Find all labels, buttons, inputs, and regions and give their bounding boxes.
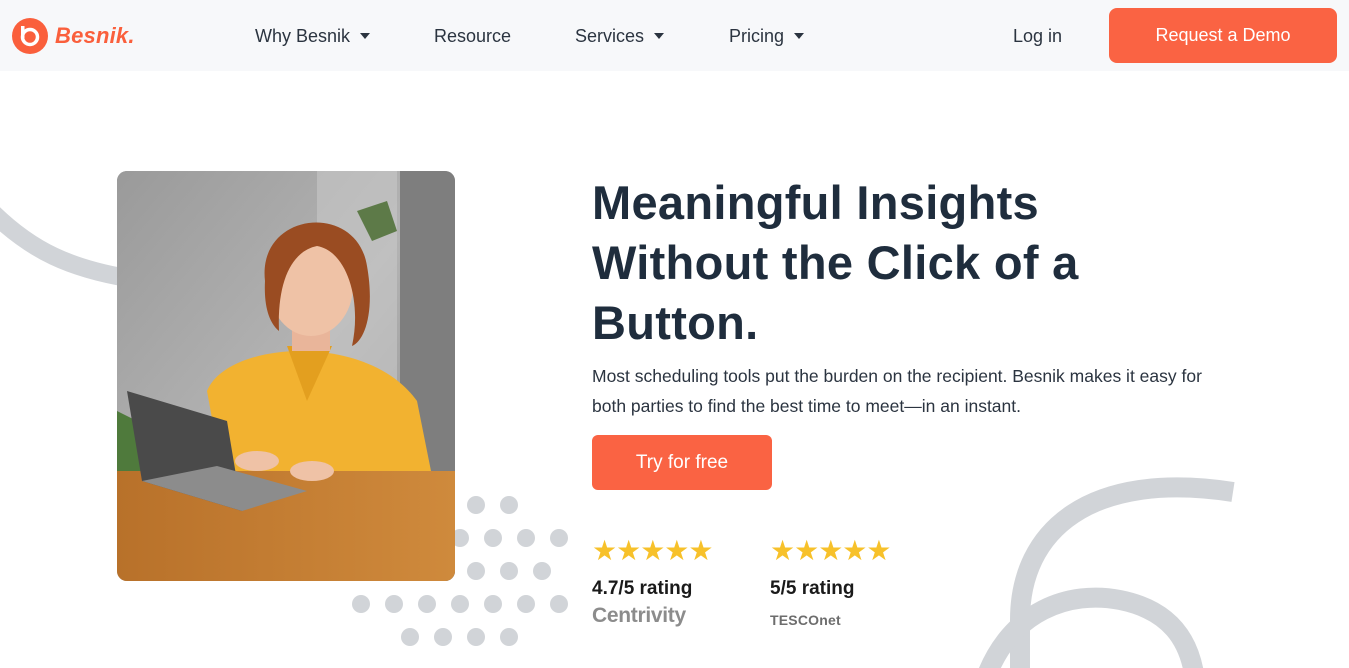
chevron-down-icon — [794, 33, 805, 39]
request-demo-button[interactable]: Request a Demo — [1109, 8, 1337, 63]
hero-subtext: Most scheduling tools put the burden on … — [592, 366, 1202, 416]
rating-score: 5/5 rating — [770, 578, 855, 599]
login-link[interactable]: Log in — [1013, 22, 1062, 50]
chevron-down-icon — [360, 33, 371, 39]
nav-why-besnik[interactable]: Why Besnik — [255, 22, 371, 50]
nav-resource[interactable]: Resource — [434, 22, 511, 50]
try-for-free-button[interactable]: Try for free — [592, 435, 772, 490]
hero-headline: Meaningful Insights Without the Click of… — [592, 176, 1079, 349]
brand-logo[interactable]: Besnik. — [12, 18, 135, 54]
besnik-logo-icon — [12, 18, 48, 54]
centrivity-logo: Centrivity — [592, 604, 686, 627]
nav-why-besnik-label: Why Besnik — [255, 25, 351, 46]
rating-centrivity: ★★★★★ 4.7/5 rating Centrivity — [592, 535, 714, 628]
tesconet-logo: TESCOnet — [770, 612, 841, 628]
nav-pricing-label: Pricing — [729, 25, 785, 46]
rating-tesconet: ★★★★★ 5/5 rating TESCOnet — [770, 535, 892, 629]
rating-score: 4.7/5 rating — [592, 578, 693, 599]
nav-services-label: Services — [575, 25, 645, 46]
nav-pricing[interactable]: Pricing — [729, 22, 805, 50]
nav-services[interactable]: Services — [575, 22, 665, 50]
nav-resource-label: Resource — [434, 25, 512, 46]
hero-photo — [117, 171, 455, 581]
top-navbar: Besnik. Why Besnik Resource Services Pri… — [0, 0, 1349, 71]
star-icon: ★★★★★ — [770, 535, 892, 566]
star-icon: ★★★★★ — [592, 535, 714, 566]
chevron-down-icon — [654, 33, 665, 39]
brand-name: Besnik. — [55, 23, 135, 48]
